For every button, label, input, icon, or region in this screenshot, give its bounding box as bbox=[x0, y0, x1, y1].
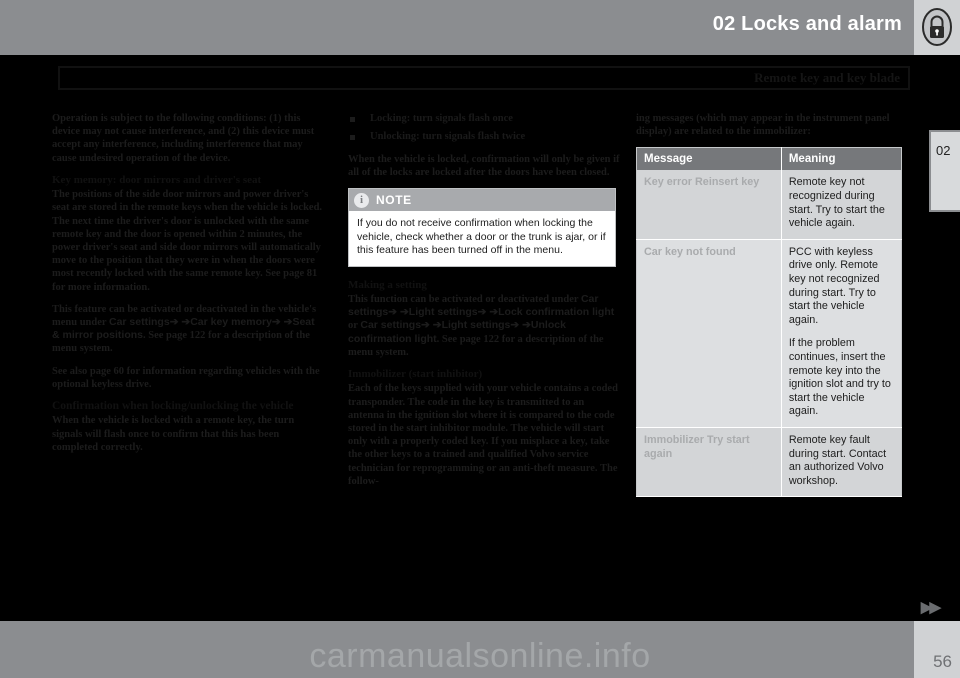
page-footer-corner: 56 bbox=[914, 621, 960, 678]
meaning-paragraph: PCC with keyless drive only. Remote key … bbox=[788, 245, 880, 326]
menu-arrow-b2: ➔ ➔ bbox=[510, 319, 531, 332]
manual-page: 02 Locks and alarm Remote key and key bl… bbox=[0, 0, 960, 678]
menu-or-text: or bbox=[348, 320, 361, 332]
chapter-title: 02 Locks and alarm bbox=[712, 13, 902, 35]
running-head-bar: Remote key and key blade bbox=[58, 66, 910, 90]
meaning-paragraph: Remote key fault during start. Contact a… bbox=[788, 433, 887, 487]
note-box: i NOTE If you do not receive confirmatio… bbox=[348, 188, 616, 267]
table-cell-meaning: Remote key fault during start. Contact a… bbox=[781, 427, 902, 498]
immobilizer-message-table: Message Meaning Key error Reinsert key R… bbox=[636, 147, 902, 498]
text-column-2: Locking: turn signals flash once Unlocki… bbox=[348, 112, 620, 497]
table-header-meaning: Meaning bbox=[781, 147, 902, 171]
lock-icon bbox=[922, 8, 952, 46]
menu-path-car-settings-b: Car settings bbox=[360, 319, 422, 332]
table-row: Immobilizer Try start again Remote key f… bbox=[636, 427, 902, 498]
running-head-text: Remote key and key blade bbox=[754, 70, 900, 85]
immobilizer-paragraph-1: Each of the keys supplied with your vehi… bbox=[348, 383, 618, 487]
menu-path-car-key-memory: Car key memory bbox=[190, 316, 272, 329]
menu-arrow-1: ➔ ➔ bbox=[169, 316, 191, 329]
note-title: NOTE bbox=[376, 193, 412, 208]
list-item: Unlocking: turn signals flash twice bbox=[348, 130, 620, 144]
table-row: Key error Reinsert key Remote key not re… bbox=[636, 170, 902, 240]
heading-immobilizer: Immobilizer (start inhibitor) bbox=[348, 368, 483, 381]
immobilizer-continuation: ing messages (which may appear in the in… bbox=[636, 113, 890, 138]
menu-path-car-settings: Car settings bbox=[109, 316, 170, 329]
table-cell-meaning: PCC with keyless drive only. Remote key … bbox=[781, 239, 902, 428]
next-page-arrow-icon: ▶▶ bbox=[920, 599, 941, 616]
table-cell-message: Key error Reinsert key bbox=[636, 170, 782, 240]
confirmation-paragraph-1: When the vehicle is locked with a remote… bbox=[52, 415, 295, 453]
chapter-tab-number: 02 bbox=[936, 143, 951, 158]
key-memory-paragraph-2: This feature can be activated or deactiv… bbox=[52, 303, 324, 356]
key-memory-paragraph-1: The positions of the side door mirrors a… bbox=[52, 189, 323, 293]
table-row: Car key not found PCC with keyless drive… bbox=[636, 239, 902, 428]
heading-making-setting: Making a setting bbox=[348, 278, 427, 291]
meaning-paragraph: Remote key not recognized during start. … bbox=[788, 176, 885, 230]
menu-arrow-2: ➔ ➔ bbox=[271, 316, 293, 329]
menu-path-light-settings-a: Light settings bbox=[408, 306, 478, 319]
chapter-icon-panel bbox=[914, 0, 960, 55]
menu-arrow-a2: ➔ ➔ bbox=[477, 306, 499, 319]
making-setting-pre: This function can be activated or deacti… bbox=[348, 294, 581, 306]
signal-bullet-list: Locking: turn signals flash once Unlocki… bbox=[348, 112, 620, 144]
page-number: 56 bbox=[933, 652, 952, 671]
page-footer-band bbox=[0, 621, 914, 678]
note-header: i NOTE bbox=[349, 189, 615, 212]
table-cell-meaning: Remote key not recognized during start. … bbox=[781, 170, 902, 240]
text-column-3: ing messages (which may appear in the in… bbox=[636, 112, 908, 498]
menu-arrow-b1: ➔ ➔ bbox=[421, 319, 442, 332]
making-setting-paragraph: This function can be activated or deacti… bbox=[348, 293, 620, 359]
table-header-message: Message bbox=[636, 147, 782, 171]
table-cell-message: Immobilizer Try start again bbox=[636, 427, 782, 498]
list-item: Locking: turn signals flash once bbox=[348, 112, 620, 126]
after-bullets-paragraph: When the vehicle is locked, confirmation… bbox=[348, 154, 620, 179]
page-header-band: 02 Locks and alarm bbox=[0, 0, 914, 55]
meaning-paragraph: If the problem continues, insert the rem… bbox=[788, 337, 891, 418]
chapter-tab: 02 bbox=[929, 130, 960, 212]
intro-paragraph: Operation is subject to the following co… bbox=[52, 113, 315, 164]
text-column-1: Operation is subject to the following co… bbox=[52, 112, 324, 463]
table-cell-message: Car key not found bbox=[636, 239, 782, 428]
note-body: If you do not receive confirmation when … bbox=[357, 217, 606, 257]
table-header-row: Message Meaning bbox=[636, 147, 902, 171]
menu-path-light-settings-b: Light settings bbox=[441, 319, 511, 332]
menu-path-lock-confirmation-light: Lock confirmation light bbox=[498, 306, 615, 319]
heading-confirmation: Confirmation when locking/unlocking the … bbox=[52, 400, 294, 413]
keyless-drive-note: See also page 60 for information regardi… bbox=[52, 365, 320, 390]
menu-arrow-a1: ➔ ➔ bbox=[388, 306, 409, 319]
info-icon: i bbox=[354, 192, 369, 208]
heading-key-memory: Key memory: door mirrors and driver's se… bbox=[52, 173, 262, 186]
